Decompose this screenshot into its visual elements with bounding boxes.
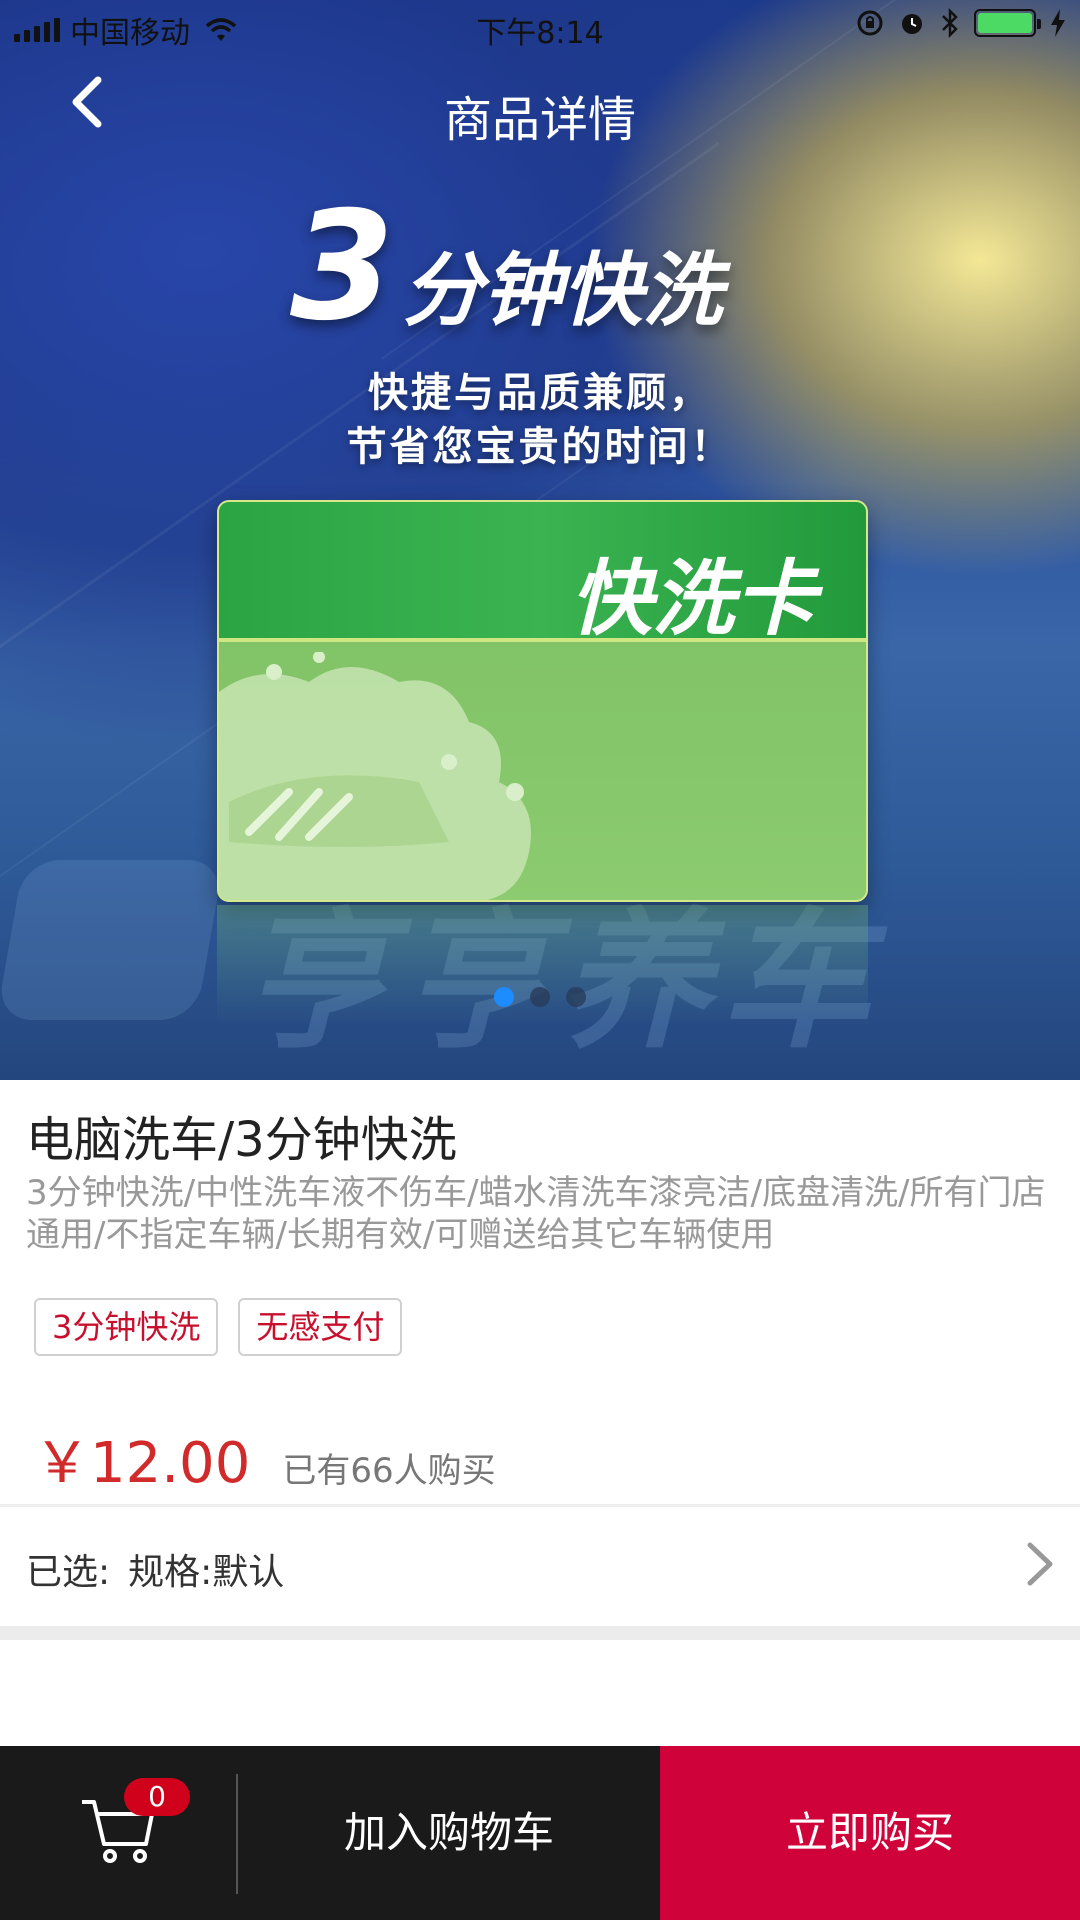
section-divider bbox=[0, 1626, 1080, 1640]
sold-count: 已有66人购买 bbox=[282, 1451, 496, 1491]
buy-now-button[interactable]: 立即购买 bbox=[660, 1746, 1080, 1920]
charging-icon bbox=[1051, 9, 1065, 37]
bluetooth-icon bbox=[942, 8, 958, 38]
banner-subline-1: 快捷与品质兼顾， bbox=[368, 370, 712, 416]
card-label: 快洗卡 bbox=[570, 552, 816, 647]
product-description: 3分钟快洗/中性洗车液不伤车/蜡水清洗车漆亮洁/底盘清洗/所有门店通用/不指定车… bbox=[26, 1173, 1046, 1255]
bottom-action-bar: 0 加入购物车 立即购买 bbox=[0, 1746, 1080, 1920]
carousel-dots[interactable] bbox=[0, 987, 1080, 1007]
product-image-carousel[interactable]: 亨亨养车 中国移动 下午8:14 bbox=[0, 0, 1080, 1080]
cart-button[interactable]: 0 bbox=[0, 1746, 236, 1920]
chevron-right-icon bbox=[1027, 1542, 1053, 1586]
product-tags: 3分钟快洗 无感支付 bbox=[34, 1298, 403, 1356]
carousel-dot[interactable] bbox=[530, 987, 550, 1007]
product-tag: 无感支付 bbox=[238, 1298, 403, 1356]
banner-headline: 3 分钟快洗 bbox=[290, 180, 723, 354]
spec-label: 已选: bbox=[26, 1552, 111, 1593]
card-reflection bbox=[217, 905, 868, 1025]
page-title: 商品详情 bbox=[443, 92, 636, 148]
carousel-dot[interactable] bbox=[566, 987, 586, 1007]
cart-count-badge: 0 bbox=[124, 1778, 190, 1816]
product-price: ￥12.00 bbox=[34, 1431, 251, 1496]
alarm-icon bbox=[902, 14, 922, 34]
car-wash-cloud-icon bbox=[219, 652, 531, 900]
price-row: ￥12.00 已有66人购买 bbox=[34, 1418, 496, 1499]
carousel-dot[interactable] bbox=[494, 987, 514, 1007]
product-name: 电脑洗车/3分钟快洗 bbox=[26, 1112, 457, 1168]
banner-headline-text: 分钟快洗 bbox=[402, 244, 723, 337]
spec-value: 规格:默认 bbox=[128, 1552, 285, 1593]
product-tag: 3分钟快洗 bbox=[34, 1298, 219, 1356]
rotation-lock-icon bbox=[857, 10, 883, 36]
add-to-cart-button[interactable]: 加入购物车 bbox=[238, 1746, 660, 1920]
battery-icon bbox=[974, 9, 1041, 37]
wash-card-image: 快洗卡 bbox=[217, 500, 868, 902]
spec-selector-row[interactable]: 已选: 规格:默认 bbox=[0, 1507, 1080, 1625]
banner-headline-number: 3 bbox=[290, 180, 395, 354]
banner-subline-2: 节省您宝贵的时间！ bbox=[346, 424, 734, 470]
status-bar: 中国移动 下午8:14 bbox=[0, 0, 1080, 54]
